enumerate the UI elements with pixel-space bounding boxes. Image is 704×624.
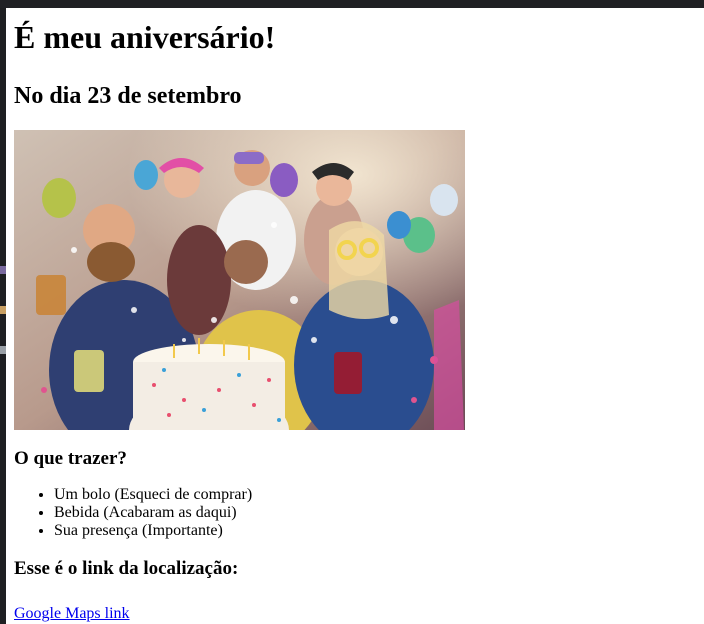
list-item: Bebida (Acabaram as daqui) [54,504,694,522]
list-item: Um bolo (Esqueci de comprar) [54,486,694,504]
list-item: Sua presença (Importante) [54,522,694,540]
date-heading: No dia 23 de setembro [14,83,242,110]
bring-list: Um bolo (Esqueci de comprar) Bebida (Aca… [14,486,694,540]
google-maps-link[interactable]: Google Maps link [14,605,130,623]
party-photo [14,129,465,430]
page-content: É meu aniversário! No dia 23 de setembro [14,8,694,623]
background-window-strip [0,8,6,624]
window-top-bar [0,0,704,8]
bring-heading: O que trazer? [14,447,127,469]
location-heading: Esse é o link da localização: [14,558,239,580]
page-title: É meu aniversário! [14,19,276,55]
